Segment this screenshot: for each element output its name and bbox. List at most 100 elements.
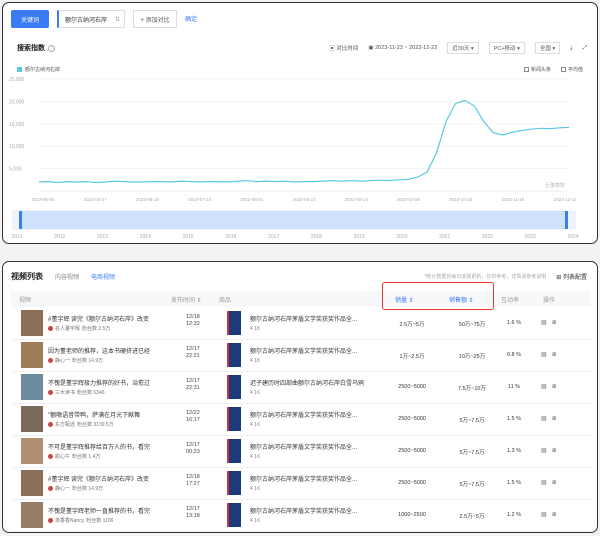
swap-icon[interactable]: ⇅ <box>115 16 120 23</box>
chart-legend: 额尔古纳河右岸 <box>17 66 60 73</box>
row-actions: ▤ ⊕ <box>541 319 557 326</box>
detail-icon[interactable]: ▤ <box>541 479 547 486</box>
table-row[interactable]: #董宇辉 读完《额尔古纳河右岸》改变 名人董宇辉 粉丝数 2.5万 12/18 … <box>11 308 591 340</box>
product-image[interactable] <box>227 471 241 495</box>
video-thumbnail[interactable] <box>21 470 43 496</box>
product-title[interactable]: 额尔古纳河右岸茅盾文学奖获奖作品全... <box>250 314 364 323</box>
product-image[interactable] <box>227 311 241 335</box>
fans-count: 粉丝数 1106 <box>86 518 114 524</box>
col-video[interactable]: 视频 <box>19 295 31 304</box>
video-thumbnail[interactable] <box>21 502 43 528</box>
region-select[interactable]: 全国 ▾ <box>534 42 561 54</box>
video-thumbnail[interactable] <box>21 374 43 400</box>
avg-toggle[interactable]: 平均值 <box>560 66 583 73</box>
product-price: ¥ 16 <box>250 390 260 396</box>
product-image[interactable] <box>227 503 241 527</box>
product-title[interactable]: 额尔古纳河右岸茅盾文学奖获奖作品全... <box>250 506 364 515</box>
row-actions: ▤ ⊕ <box>541 511 557 518</box>
keyword-tab-button[interactable]: 关键词 <box>11 10 49 28</box>
avatar <box>48 390 53 395</box>
table-row[interactable]: "额嗷语音带鸭，萨满在月光下献舞 东方甄选 粉丝数 3139.5万 12/22 … <box>11 404 591 436</box>
video-thumbnail[interactable] <box>21 342 43 368</box>
range-handle-left[interactable] <box>19 211 22 229</box>
play-icon[interactable]: ⊕ <box>552 479 557 486</box>
play-icon[interactable]: ⊕ <box>552 511 557 518</box>
product-image[interactable] <box>227 439 241 463</box>
product-image[interactable] <box>227 343 241 367</box>
video-thumbnail[interactable] <box>21 310 43 336</box>
sales-amount: 50万~75万 <box>458 322 486 328</box>
detail-icon[interactable]: ▤ <box>541 511 547 518</box>
video-title[interactable]: 不愧是董宇辉极力推荐的好书，治愈过 <box>48 378 158 387</box>
product-title[interactable]: 额尔古纳河右岸茅盾文学奖获奖作品全... <box>250 410 364 419</box>
detail-icon[interactable]: ▤ <box>541 447 547 454</box>
range-selection[interactable] <box>21 211 565 229</box>
video-thumbnail[interactable] <box>21 438 43 464</box>
date-range-picker[interactable]: ▣ 2023-11-23 ~ 2023-12-22 <box>368 45 437 51</box>
play-icon[interactable]: ⊕ <box>552 415 557 422</box>
search-index-panel: 关键词 额尔古纳河右岸 ⇅ + 添加对比 确定 搜索指数 ? ▣ 对比时间 ▣ … <box>2 2 598 244</box>
publish-clock: 17:27 <box>186 481 200 487</box>
list-config-button[interactable]: ⊞ 列表配置 <box>556 272 587 281</box>
video-title[interactable]: 不可是董宇辉推荐给百万人的书，看完 <box>48 442 158 451</box>
help-icon[interactable]: ? <box>48 44 55 52</box>
expand-icon[interactable]: ⤢ <box>583 45 587 52</box>
download-icon[interactable]: ⤓ <box>570 45 572 52</box>
product-title[interactable]: 额尔古纳河右岸茅盾文学奖获奖作品全... <box>250 442 364 451</box>
play-icon[interactable]: ⊕ <box>552 319 557 326</box>
video-title[interactable]: 不愧是董宇辉老师一直推荐的书，看完 <box>48 506 158 515</box>
confirm-link[interactable]: 确定 <box>185 14 197 23</box>
video-title[interactable]: #董宇辉 读完《额尔古纳河右岸》改变 <box>48 314 158 323</box>
news-toggle[interactable]: 新闻头条 <box>523 66 551 73</box>
video-title[interactable]: "额嗷语音带鸭，萨满在月光下献舞 <box>48 410 158 419</box>
product-title[interactable]: 迟子建历时四部曲额尔古纳河右岸白雪乌鸦 <box>250 378 364 387</box>
interaction-rate: 1.2 % <box>506 512 522 518</box>
tab-ecommerce-videos[interactable]: 电商视频 <box>91 272 115 281</box>
period-select[interactable]: 近30天 ▾ <box>447 42 479 54</box>
navigator-year-label: 2021 <box>439 234 450 240</box>
tab-content-videos[interactable]: 内容视频 <box>55 272 79 281</box>
product-price: ¥ 16 <box>250 454 260 460</box>
play-icon[interactable]: ⊕ <box>552 383 557 390</box>
play-icon[interactable]: ⊕ <box>552 351 557 358</box>
product-price: ¥ 16 <box>250 486 260 492</box>
product-title[interactable]: 额尔古纳河右岸茅盾文学奖获奖作品全... <box>250 346 364 355</box>
keyword-value: 额尔古纳河右岸 <box>65 17 108 24</box>
table-row[interactable]: 因为董老师的推荐，这本书硬挤进已经 静心一 粉丝数 14.9万 12/17 22… <box>11 340 591 372</box>
search-index-label: 搜索指数 <box>17 45 45 52</box>
publish-date: 12/18 <box>186 314 200 320</box>
publish-date: 12/22 <box>186 410 200 416</box>
table-row[interactable]: 不可是董宇辉推荐给百万人的书，看完 颜心午 粉丝数 1.4万 12/17 00:… <box>11 436 591 468</box>
x-tick-label: 2023-07-10 <box>188 197 212 202</box>
detail-icon[interactable]: ▤ <box>541 415 547 422</box>
platform-select[interactable]: PC+移动 ▾ <box>488 42 525 54</box>
table-row[interactable]: 不愧是董宇辉老师一直推荐的书，看完 单香香Nancy 粉丝数 1106 12/1… <box>11 500 591 532</box>
publish-time: 12/22 16:17 <box>186 410 200 424</box>
col-publish-time[interactable]: 发布时间 ⇕ <box>171 295 202 304</box>
sales-volume: 1万~2.5万 <box>399 354 425 360</box>
col-product[interactable]: 商品 <box>219 295 231 304</box>
video-title[interactable]: 因为董老师的推荐，这本书硬挤进已经 <box>48 346 158 355</box>
detail-icon[interactable]: ▤ <box>541 319 547 326</box>
compare-time-button[interactable]: ▣ 对比时间 <box>329 44 358 52</box>
product-title[interactable]: 额尔古纳河右岸茅盾文学奖获奖作品全... <box>250 474 364 483</box>
grid-icon: ⊞ <box>556 275 563 281</box>
chart-filters: ▣ 对比时间 ▣ 2023-11-23 ~ 2023-12-22 近30天 ▾ … <box>329 42 587 54</box>
fans-count: 粉丝数 6346 <box>77 390 105 396</box>
table-row[interactable]: 不愧是董宇辉极力推荐的好书，治愈过 三木读书 粉丝数 6346 12/17 22… <box>11 372 591 404</box>
keyword-input[interactable]: 额尔古纳河右岸 ⇅ <box>57 10 125 28</box>
play-icon[interactable]: ⊕ <box>552 447 557 454</box>
video-thumbnail[interactable] <box>21 406 43 432</box>
col-interaction-rate[interactable]: 互动率 <box>501 295 519 304</box>
detail-icon[interactable]: ▤ <box>541 351 547 358</box>
detail-icon[interactable]: ▤ <box>541 383 547 390</box>
product-image[interactable] <box>227 375 241 399</box>
video-title[interactable]: #董宇辉 读完《额尔古纳河右岸》改变 <box>48 474 158 483</box>
table-row[interactable]: #董宇辉 读完《额尔古纳河右岸》改变 静心一 粉丝数 14.9万 12/18 1… <box>11 468 591 500</box>
add-compare-button[interactable]: + 添加对比 <box>133 10 177 28</box>
range-handle-right[interactable] <box>565 211 568 229</box>
video-list-header: 视频列表 内容视频 电商视频 <box>11 271 115 282</box>
product-image[interactable] <box>227 407 241 431</box>
interaction-rate: 1.5 % <box>506 416 522 422</box>
navigator-year-label: 2022 <box>482 234 493 240</box>
